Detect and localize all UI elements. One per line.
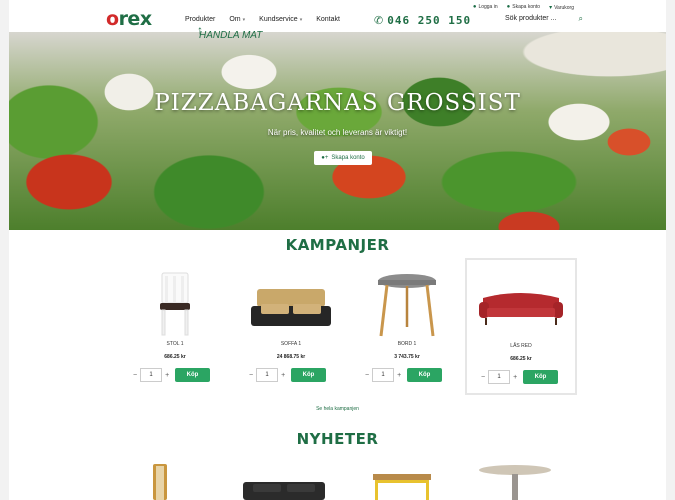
nav-item-om[interactable]: Om ▾	[229, 16, 245, 23]
phone-label: 046 250 150	[387, 14, 472, 27]
quantity-stepper[interactable]: −1 +	[249, 368, 285, 382]
product-card[interactable]: BORD 1 3 743.75 kr −1 + Köp	[351, 258, 463, 395]
hero-subtitle: När pris, kvalitet och leverans är vikti…	[267, 128, 408, 137]
quantity-stepper[interactable]: −1 +	[481, 370, 517, 384]
login-link[interactable]: ● Logga in	[473, 4, 498, 11]
hero-title: PIZZABAGARNAS GROSSIST	[154, 90, 521, 116]
nav-item-produkter[interactable]: Produkter	[185, 16, 215, 23]
quantity-field[interactable]: 1	[488, 370, 511, 384]
chair-image	[160, 272, 190, 336]
cart-link[interactable]: ▾ Varukorg	[549, 4, 574, 11]
product-card[interactable]: SOFFA 1 24 868.75 kr −1 + Köp	[235, 258, 347, 395]
minus-icon[interactable]: −	[133, 372, 137, 379]
product-name: STOL 1	[166, 341, 184, 347]
nav-kundservice-label: Kundservice	[259, 16, 298, 23]
quantity-field[interactable]: 1	[372, 368, 395, 382]
product-name: LÅS RED	[510, 343, 532, 349]
quantity-stepper[interactable]: −1 +	[133, 368, 169, 382]
yellow-table-image	[373, 474, 431, 500]
product-price: 686.25 kr	[510, 356, 532, 362]
product-price: 686.25 kr	[164, 354, 186, 360]
add-user-icon: ●+	[321, 155, 329, 161]
logo-mark: o	[106, 8, 119, 30]
logo-text: rex	[118, 8, 153, 30]
product-card[interactable]: STOL 1 686.25 kr −1 + Köp	[119, 258, 231, 395]
plus-icon[interactable]: +	[397, 372, 401, 379]
buy-button[interactable]: Köp	[291, 368, 326, 382]
plus-icon[interactable]: +	[281, 372, 285, 379]
nav-om-label: Om	[229, 16, 241, 23]
site-header: ● Logga in ● Skapa konto ▾ Varukorg orex Pr…	[9, 0, 666, 32]
quantity-field[interactable]: 1	[140, 368, 163, 382]
page: ● Logga in ● Skapa konto ▾ Varukorg orex Pr…	[9, 0, 666, 500]
chevron-down-icon: ▾	[299, 17, 303, 23]
round-table-image	[479, 465, 551, 500]
kampanjer-title: KAMPANJER	[285, 236, 390, 254]
main-nav: Produkter Om ▾ Kundservice ▾ Kontakt	[185, 16, 340, 23]
quantity-stepper[interactable]: −1 +	[365, 368, 401, 382]
product-name: BORD 1	[397, 341, 417, 347]
handla-mat-label: HANDLA MAT	[199, 30, 263, 41]
minus-icon[interactable]: −	[249, 372, 253, 379]
buy-button[interactable]: Köp	[523, 370, 558, 384]
user-icon: ●	[472, 4, 477, 10]
utility-bar: ● Logga in ● Skapa konto ▾ Varukorg	[473, 4, 574, 11]
login-label: Logga in	[478, 4, 498, 10]
hero-banner: PIZZABAGARNAS GROSSIST När pris, kvalite…	[9, 32, 666, 230]
plus-icon[interactable]: +	[513, 374, 517, 381]
arrow-up-icon: ↑	[197, 23, 203, 37]
nyheter-title: NYHETER	[296, 430, 379, 448]
black-sofa-image	[243, 482, 325, 500]
minus-icon[interactable]: −	[365, 372, 369, 379]
create-account-link[interactable]: ● Skapa konto	[507, 4, 540, 11]
product-price: 3 743.75 kr	[394, 354, 420, 360]
phone-icon: ✆	[374, 14, 385, 27]
search-placeholder: Sök produkter ...	[505, 15, 557, 22]
create-account-label: Skapa konto	[512, 4, 541, 10]
kampanjer-products: STOL 1 686.25 kr −1 + Köp SOFFA 1 24 868.…	[119, 258, 579, 398]
search-icon[interactable]: ⌕	[579, 14, 583, 24]
product-card[interactable]: LÅS RED 686.25 kr −1 + Köp	[465, 258, 577, 395]
site-logo[interactable]: orex	[106, 8, 152, 30]
chevron-down-icon: ▾	[242, 17, 246, 23]
phone-number[interactable]: ✆ 046 250 150	[374, 14, 471, 27]
nav-item-kundservice[interactable]: Kundservice ▾	[259, 16, 302, 23]
plus-icon[interactable]: +	[165, 372, 169, 379]
cart-label: Varukorg	[554, 5, 574, 11]
minus-icon[interactable]: −	[481, 374, 485, 381]
product-name: SOFFA 1	[280, 341, 302, 347]
quantity-field[interactable]: 1	[256, 368, 279, 382]
search-input[interactable]: Sök produkter ... ⌕	[505, 14, 583, 24]
add-user-icon: ●	[506, 4, 511, 10]
buy-button[interactable]: Köp	[407, 368, 442, 382]
buy-button[interactable]: Köp	[175, 368, 210, 382]
create-account-button[interactable]: ●+ Skapa konto	[314, 151, 372, 165]
table-image	[378, 274, 436, 337]
see-all-campaigns-link[interactable]: Se hela kampanjen	[9, 406, 666, 412]
wooden-chair-image	[153, 464, 167, 500]
create-account-button-label: Skapa konto	[331, 155, 365, 161]
sofa-image	[251, 289, 331, 326]
handla-mat-annotation: ↑ HANDLA MAT	[197, 23, 263, 41]
nav-item-kontakt[interactable]: Kontakt	[316, 16, 340, 23]
red-sofa-image	[479, 293, 563, 325]
product-price: 24 868.75 kr	[276, 354, 306, 360]
cart-icon: ▾	[549, 5, 553, 11]
